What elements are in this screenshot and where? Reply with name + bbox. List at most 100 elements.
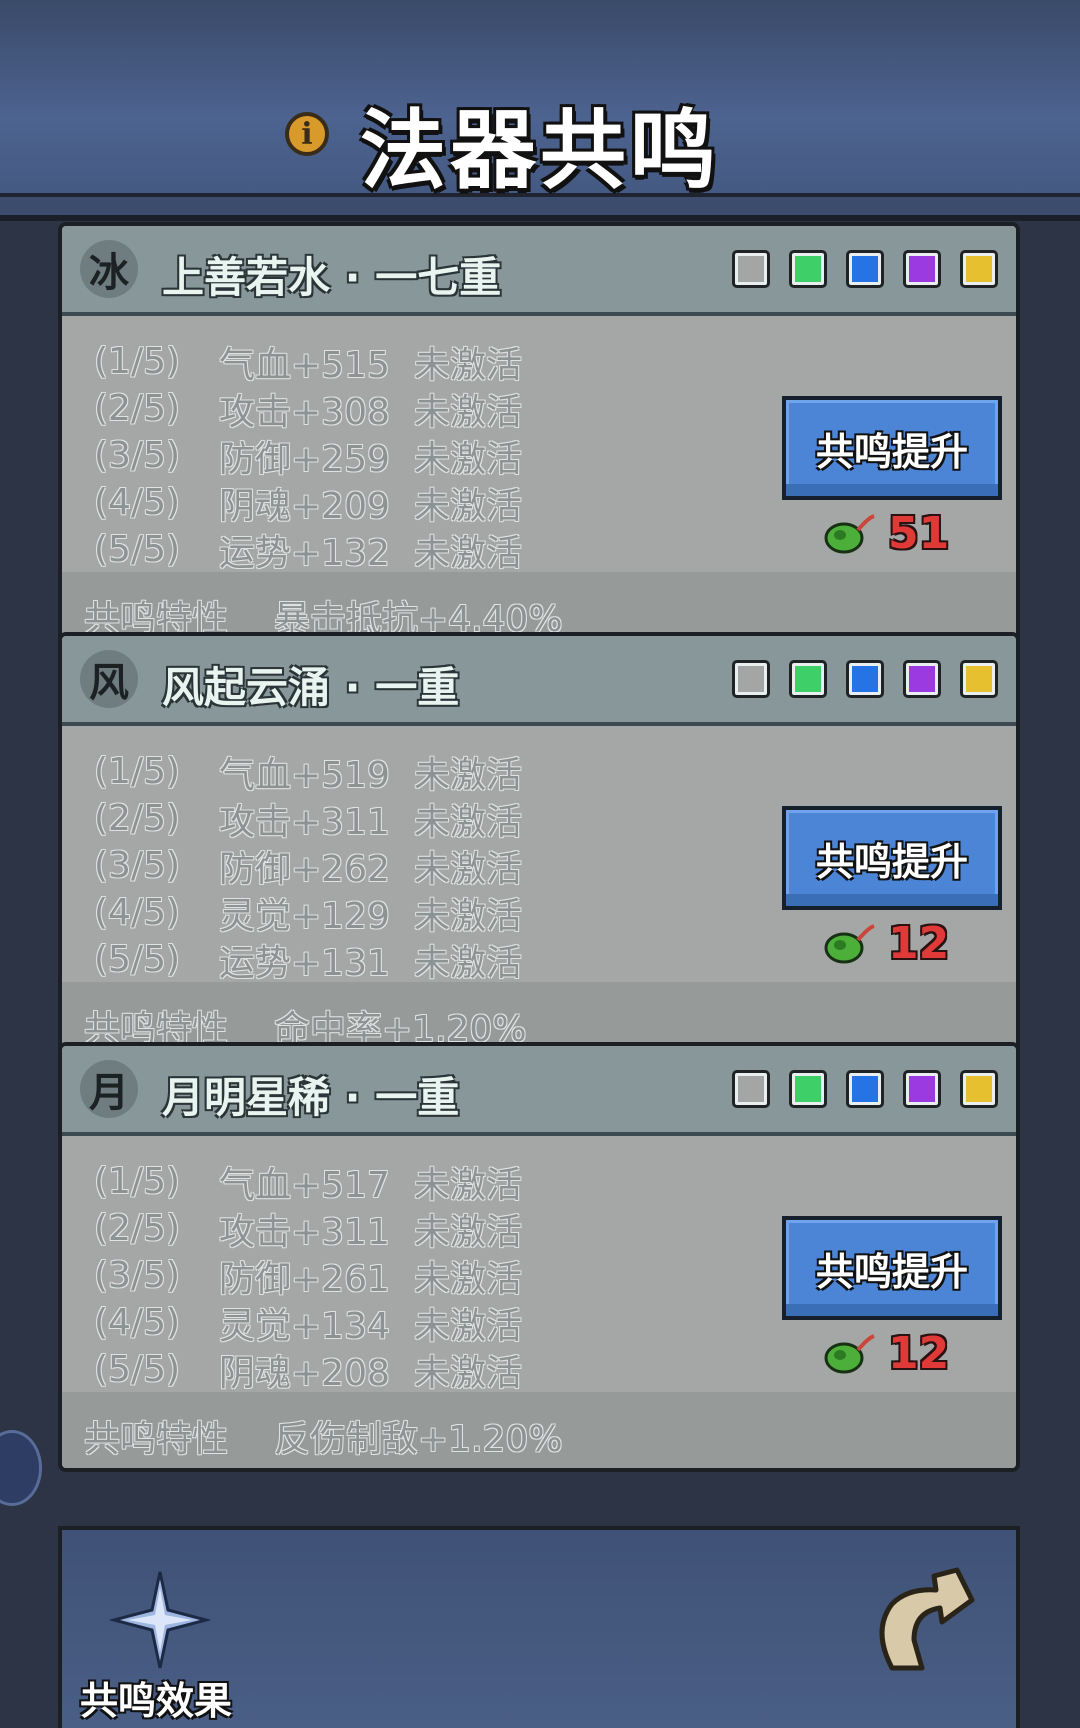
bonus-status: 未激活	[414, 391, 523, 433]
resonance-set-card: 冰 上善若水 · 一七重 (1/5) 气血+515 未激活 (2/5) 攻击+308 未…	[58, 222, 1020, 652]
resonance-effect-button[interactable]: 共鸣效果	[80, 1570, 240, 1723]
element-label: 冰	[89, 250, 129, 296]
bonus-index: (4/5)	[94, 482, 181, 523]
bonus-index: (3/5)	[94, 1255, 181, 1296]
bonus-index: (1/5)	[94, 341, 181, 382]
quality-swatch-grey[interactable]	[732, 660, 770, 698]
bonus-status: 未激活	[414, 895, 523, 937]
avatar[interactable]	[0, 1430, 42, 1506]
bonus-stat: 防御+259	[219, 438, 390, 480]
bonus-row: (4/5) 灵觉+129 未激活	[94, 889, 523, 937]
bonus-index: (2/5)	[94, 388, 181, 429]
quality-swatch-green[interactable]	[789, 660, 827, 698]
quality-swatch-purple[interactable]	[903, 250, 941, 288]
bonus-stat: 气血+515	[219, 344, 390, 386]
element-badge: 冰	[80, 240, 138, 298]
bonus-stat: 阴魂+209	[219, 485, 390, 527]
bonus-row: (1/5) 气血+519 未激活	[94, 748, 522, 796]
jade-pendant-icon	[824, 513, 875, 553]
page-title: 法器共鸣	[360, 101, 720, 201]
bonus-index: (1/5)	[94, 751, 181, 792]
quality-swatch-gold[interactable]	[960, 660, 998, 698]
bonus-stat: 气血+517	[219, 1164, 390, 1206]
quality-swatch-blue[interactable]	[846, 250, 884, 288]
quality-swatch-grey[interactable]	[732, 250, 770, 288]
bonus-status: 未激活	[414, 344, 523, 386]
bonus-index: (3/5)	[94, 435, 181, 476]
resonance-set-list[interactable]: 冰 上善若水 · 一七重 (1/5) 气血+515 未激活 (2/5) 攻击+308 未…	[58, 222, 1022, 1524]
bonus-row: (5/5) 运势+131 未激活	[94, 936, 522, 984]
set-header: 风 风起云涌 · 一重	[62, 636, 1016, 726]
title-banner: i 法器共鸣	[0, 0, 1080, 221]
element-badge: 风	[80, 650, 138, 708]
bonus-stat: 灵觉+134	[219, 1305, 390, 1347]
bonus-index: (4/5)	[94, 892, 181, 933]
bonus-status: 未激活	[414, 1352, 523, 1394]
bonus-stat: 攻击+308	[219, 391, 390, 433]
cost-value: 12	[888, 918, 950, 969]
resonance-set-card: 风 风起云涌 · 一重 (1/5) 气血+519 未激活 (2/5) 攻击+311 未激…	[58, 632, 1020, 1062]
bonus-row: (3/5) 防御+262 未激活	[94, 842, 522, 890]
bonus-row: (5/5) 阴魂+208 未激活	[94, 1346, 523, 1394]
quality-swatch-purple[interactable]	[903, 660, 941, 698]
bonus-stat: 灵觉+129	[219, 895, 390, 937]
trait-bar: 共鸣特性 反伤制敌+1.20%	[62, 1392, 1016, 1468]
resonance-upgrade-button[interactable]: 共鸣提升	[782, 806, 1002, 910]
set-name: 月明星稀 · 一重	[162, 1073, 460, 1122]
bonus-status: 未激活	[414, 1164, 523, 1206]
element-label: 月	[89, 1070, 129, 1116]
jade-pendant-icon	[824, 923, 875, 963]
set-header: 冰 上善若水 · 一七重	[62, 226, 1016, 316]
bonus-list: (1/5) 气血+515 未激活 (2/5) 攻击+308 未激活 (3/5) 防御+25…	[94, 338, 523, 574]
bonus-status: 未激活	[414, 1305, 523, 1347]
resonance-upgrade-button[interactable]: 共鸣提升	[782, 396, 1002, 500]
quality-swatch-green[interactable]	[789, 250, 827, 288]
quality-swatch-gold[interactable]	[960, 1070, 998, 1108]
bonus-row: (3/5) 防御+259 未激活	[94, 432, 522, 480]
upgrade-cost: 12	[822, 918, 949, 969]
bonus-list: (1/5) 气血+517 未激活 (2/5) 攻击+311 未激活 (3/5) 防御+26…	[94, 1158, 523, 1394]
resonance-upgrade-button[interactable]: 共鸣提升	[782, 1216, 1002, 1320]
bonus-index: (2/5)	[94, 798, 181, 839]
quality-swatch-blue[interactable]	[846, 660, 884, 698]
set-name: 风起云涌 · 一重	[162, 663, 460, 712]
bonus-row: (5/5) 运势+132 未激活	[94, 526, 523, 574]
quality-swatch-blue[interactable]	[846, 1070, 884, 1108]
bonus-row: (1/5) 气血+517 未激活	[94, 1158, 523, 1206]
set-header: 月 月明星稀 · 一重	[62, 1046, 1016, 1136]
upgrade-cost: 12	[822, 1328, 949, 1379]
bonus-row: (1/5) 气血+515 未激活	[94, 338, 523, 386]
bonus-status: 未激活	[414, 1258, 523, 1300]
bonus-index: (1/5)	[94, 1161, 181, 1202]
quality-swatch-gold[interactable]	[960, 250, 998, 288]
bonus-index: (3/5)	[94, 845, 181, 886]
bonus-status: 未激活	[414, 532, 523, 574]
star-icon	[110, 1571, 210, 1669]
bonus-row: (2/5) 攻击+311 未激活	[94, 1205, 523, 1253]
quality-swatch-grey[interactable]	[732, 1070, 770, 1108]
info-icon[interactable]: i	[285, 112, 329, 156]
bonus-row: (3/5) 防御+261 未激活	[94, 1252, 523, 1300]
set-name: 上善若水 · 一七重	[162, 253, 502, 302]
bonus-status: 未激活	[414, 1211, 523, 1253]
resonance-set-card: 月 月明星稀 · 一重 (1/5) 气血+517 未激活 (2/5) 攻击+311 未激…	[58, 1042, 1020, 1472]
back-arrow-icon[interactable]	[862, 1560, 982, 1680]
element-badge: 月	[80, 1060, 138, 1118]
trait-value: 反伤制敌+1.20%	[274, 1419, 563, 1460]
bonus-stat: 运势+132	[219, 532, 390, 574]
quality-swatches	[732, 660, 998, 698]
bonus-row: (2/5) 攻击+308 未激活	[94, 385, 523, 433]
bonus-index: (2/5)	[94, 1208, 181, 1249]
quality-swatch-green[interactable]	[789, 1070, 827, 1108]
bonus-index: (5/5)	[94, 939, 181, 980]
bonus-index: (4/5)	[94, 1302, 181, 1343]
upgrade-cost: 51	[822, 508, 949, 559]
jade-pendant-icon	[824, 1333, 875, 1373]
trait-label: 共鸣特性	[84, 1419, 229, 1460]
element-label: 风	[89, 660, 129, 706]
bonus-stat: 运势+131	[219, 942, 390, 984]
bonus-index: (5/5)	[94, 1349, 181, 1390]
quality-swatch-purple[interactable]	[903, 1070, 941, 1108]
bonus-row: (4/5) 阴魂+209 未激活	[94, 479, 522, 527]
bonus-stat: 阴魂+208	[219, 1352, 390, 1394]
